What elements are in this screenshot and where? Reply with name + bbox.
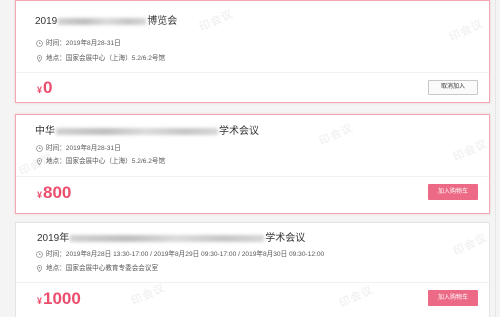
event-title[interactable]: 中华 学术会议 bbox=[35, 126, 259, 138]
price-amount: 800 bbox=[43, 183, 72, 202]
event-location: 地点： 国家会展中心（上海）5.2/6.2号馆 bbox=[36, 157, 165, 166]
clock-icon bbox=[36, 145, 43, 152]
location-pin-icon bbox=[36, 158, 43, 166]
event-title-start: 中华 bbox=[35, 126, 55, 137]
location-label: 地点： bbox=[46, 158, 66, 165]
time-value: 2019年8月28-31日 bbox=[65, 40, 121, 47]
event-card: 2019年 学术会议 时间： 2019年8月28日 13:30-17:00 / 2… bbox=[15, 222, 490, 317]
obscured-title-text bbox=[58, 17, 147, 25]
obscured-title-text bbox=[70, 234, 265, 242]
event-price: ¥800 bbox=[37, 183, 71, 203]
location-pin-icon bbox=[36, 265, 43, 273]
event-title-end: 学术会议 bbox=[265, 233, 306, 244]
page-edge-divider bbox=[495, 0, 496, 317]
location-pin-icon bbox=[36, 55, 43, 63]
event-price: ¥1000 bbox=[37, 289, 81, 309]
currency-symbol: ¥ bbox=[37, 296, 43, 306]
cancel-join-button[interactable]: 取消加入 bbox=[428, 80, 478, 95]
event-location: 地点： 国家会展中心教育专委会会议室 bbox=[36, 264, 158, 273]
card-divider bbox=[16, 176, 489, 177]
event-time: 时间： 2019年8月28-31日 bbox=[36, 39, 121, 48]
time-label: 时间： bbox=[46, 145, 66, 152]
price-amount: 1000 bbox=[43, 289, 81, 308]
card-divider bbox=[16, 282, 489, 283]
event-title-start: 2019 bbox=[35, 16, 58, 27]
clock-icon bbox=[36, 40, 43, 47]
event-title[interactable]: 2019 博览会 bbox=[35, 16, 177, 28]
time-label: 时间： bbox=[46, 40, 66, 47]
time-value: 2019年8月28-31日 bbox=[65, 145, 121, 152]
event-time: 时间： 2019年8月28日 13:30-17:00 / 2019年8月29日 … bbox=[36, 250, 324, 259]
event-title-end: 学术会议 bbox=[219, 126, 259, 137]
clock-icon bbox=[36, 251, 43, 258]
event-card: 2019 博览会 时间： 2019年8月28-31日 地点： 国家会展中心（上海）… bbox=[15, 0, 490, 103]
time-value: 2019年8月28日 13:30-17:00 / 2019年8月29日 09:3… bbox=[65, 251, 325, 258]
event-title[interactable]: 2019年 学术会议 bbox=[37, 233, 305, 245]
obscured-title-text bbox=[56, 127, 218, 135]
location-label: 地点： bbox=[46, 55, 66, 62]
currency-symbol: ¥ bbox=[37, 190, 43, 200]
event-price: ¥0 bbox=[37, 78, 52, 98]
time-label: 时间： bbox=[46, 251, 66, 258]
location-value: 国家会展中心（上海）5.2/6.2号馆 bbox=[65, 55, 166, 62]
currency-symbol: ¥ bbox=[37, 85, 43, 95]
location-label: 地点： bbox=[46, 265, 66, 272]
location-value: 国家会展中心教育专委会会议室 bbox=[65, 265, 159, 272]
event-title-end: 博览会 bbox=[147, 16, 178, 27]
event-title-start: 2019年 bbox=[37, 233, 70, 244]
add-to-cart-button[interactable]: 加入购物车 bbox=[428, 184, 478, 200]
price-amount: 0 bbox=[43, 78, 53, 97]
add-to-cart-button[interactable]: 加入购物车 bbox=[428, 290, 478, 306]
event-location: 地点： 国家会展中心（上海）5.2/6.2号馆 bbox=[36, 54, 165, 63]
location-value: 国家会展中心（上海）5.2/6.2号馆 bbox=[65, 158, 166, 165]
event-card: 中华 学术会议 时间： 2019年8月28-31日 地点： 国家会展中心（上海）5… bbox=[15, 114, 490, 214]
card-divider bbox=[16, 72, 489, 73]
event-time: 时间： 2019年8月28-31日 bbox=[36, 144, 121, 153]
